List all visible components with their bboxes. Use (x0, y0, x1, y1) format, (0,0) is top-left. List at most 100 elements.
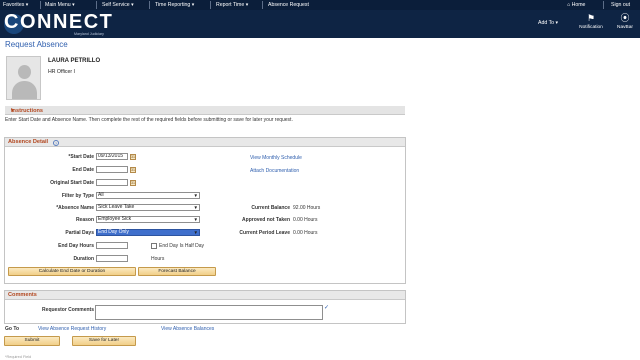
duration-label: Duration (73, 256, 94, 262)
chevron-down-icon: ▾ (245, 2, 249, 8)
chevron-down-icon: ▾ (72, 2, 75, 8)
top-nav-bar: Favorites ▾ Main Menu ▾ Self Service ▾ T… (0, 0, 640, 10)
nav-divider (149, 1, 150, 9)
instructions-text: Enter Start Date and Absence Name. Then … (5, 117, 293, 123)
main-menu[interactable]: Main Menu ▾ (45, 2, 75, 8)
reason-value: Employee Sick (98, 216, 132, 222)
chevron-down-icon: ▼ (193, 205, 198, 210)
current-balance-label: Current Balance (251, 205, 290, 211)
chevron-down-icon: ▼ (193, 193, 198, 198)
partial-days-select[interactable]: End Day Only ▼ (96, 229, 200, 236)
page-title: Request Absence (5, 40, 68, 49)
end-day-hours-label: End Day Hours (58, 243, 94, 249)
chevron-down-icon: ▼ (193, 230, 198, 235)
absence-detail-header: Absence Detail ? (5, 138, 405, 147)
reason-label: Reason (75, 217, 94, 223)
self-service-label: Self Service (102, 2, 130, 8)
comments-heading: Comments (8, 292, 37, 298)
instructions-heading: Instructions (11, 108, 44, 114)
original-start-date-label: Original Start Date (50, 180, 94, 186)
nav-divider (603, 1, 604, 9)
home-label: Home (571, 2, 586, 8)
start-date-label: *Start Date (68, 154, 94, 160)
instructions-header[interactable]: ▾ Instructions (5, 106, 405, 115)
partial-days-label: Partial Days (65, 230, 94, 236)
notification-label: Notification (579, 25, 603, 30)
absence-name-select[interactable]: Sick Leave Take ▼ (96, 204, 200, 211)
chevron-down-icon: ▼ (193, 217, 198, 222)
current-period-leave-label: Current Period Leave (239, 230, 290, 236)
help-icon[interactable]: ? (53, 139, 59, 146)
nav-divider (210, 1, 211, 9)
add-to-label: Add To (538, 20, 555, 26)
calendar-icon[interactable]: 31 (130, 180, 136, 186)
forecast-balance-button[interactable]: Forecast Balance (138, 267, 216, 276)
filter-value: All (98, 192, 104, 198)
save-for-later-button[interactable]: Save for Later (72, 336, 136, 346)
current-balance-value: 92.00 Hours (293, 205, 321, 211)
calendar-icon[interactable]: 31 (130, 167, 136, 173)
avatar (6, 56, 41, 100)
nav-divider (96, 1, 97, 9)
navbar-label: NavBar (617, 25, 633, 30)
view-monthly-schedule-link[interactable]: View Monthly Schedule (250, 155, 302, 161)
half-day-checkbox[interactable] (151, 243, 157, 249)
breadcrumb-time-reporting[interactable]: Time Reporting ▾ (155, 2, 194, 8)
calculate-button[interactable]: Calculate End Date or Duration (8, 267, 136, 276)
favorites-menu[interactable]: Favorites ▾ (3, 2, 28, 8)
home-icon: ⌂ (567, 2, 571, 8)
end-date-field[interactable] (96, 166, 128, 173)
navbar-button[interactable]: ⦿ NavBar (610, 13, 640, 30)
duration-field[interactable] (96, 255, 128, 262)
time-reporting-label: Time Reporting (155, 2, 191, 8)
original-start-date-field[interactable] (96, 179, 128, 186)
absence-history-link[interactable]: View Absence Request History (38, 326, 106, 332)
chevron-down-icon: ▾ (191, 2, 195, 8)
employee-title: HR Officer I (48, 69, 75, 75)
end-day-hours-field[interactable] (96, 242, 128, 249)
filter-by-type-select[interactable]: All ▼ (96, 192, 200, 199)
filter-by-type-label: Filter by Type (61, 193, 94, 199)
approved-not-taken-label: Approved not Taken (242, 217, 290, 223)
absence-name-value: Sick Leave Take (98, 204, 135, 210)
breadcrumb-report-time[interactable]: Report Time ▾ (216, 2, 248, 8)
breadcrumb-self-service[interactable]: Self Service ▾ (102, 2, 134, 8)
nav-divider (40, 1, 41, 9)
sign-out-link[interactable]: Sign out (611, 2, 630, 8)
attach-documentation-link[interactable]: Attach Documentation (250, 168, 299, 174)
report-time-label: Report Time (216, 2, 245, 8)
add-to-menu[interactable]: Add To ▾ (538, 20, 558, 26)
notification-button[interactable]: ⚑ Notification (576, 13, 606, 30)
flag-icon: ⚑ (586, 13, 596, 23)
comments-header: Comments (5, 291, 405, 300)
absence-balances-link[interactable]: View Absence Balances (161, 326, 214, 332)
chevron-down-icon: ▾ (555, 20, 559, 26)
breadcrumb-absence-request[interactable]: Absence Request (268, 2, 309, 8)
connect-logo: CONNECT (4, 11, 114, 33)
chevron-down-icon: ▾ (131, 2, 134, 8)
goto-label: Go To (5, 326, 20, 332)
partial-days-value: End Day Only (98, 229, 129, 235)
employee-name: LAURA PETRILLO (48, 58, 101, 64)
requestor-comments-label: Requestor Comments (42, 307, 94, 313)
absence-detail-heading: Absence Detail (8, 139, 49, 145)
spell-check-icon[interactable]: ✓ (324, 305, 330, 311)
logo-subtitle: Maryland Judiciary (74, 32, 104, 36)
submit-button[interactable]: Submit (4, 336, 60, 346)
calendar-icon[interactable]: 31 (130, 154, 136, 160)
chevron-down-icon: ▾ (25, 2, 29, 8)
requestor-comments-textarea[interactable] (95, 305, 323, 320)
start-date-field[interactable]: 09/13/2015 (96, 153, 128, 160)
required-field-note: *Required Field (5, 355, 32, 359)
nav-divider (262, 1, 263, 9)
home-link[interactable]: ⌂ Home (567, 2, 585, 8)
main-menu-label: Main Menu (45, 2, 71, 8)
end-date-label: End Date (72, 167, 94, 173)
half-day-label: End Day Is Half Day (159, 243, 205, 249)
hours-unit: Hours (151, 256, 165, 262)
compass-icon: ⦿ (620, 13, 630, 23)
current-period-leave-value: 0.00 Hours (293, 230, 318, 236)
favorites-label: Favorites (3, 2, 25, 8)
reason-select[interactable]: Employee Sick ▼ (96, 216, 200, 223)
absence-name-label: *Absence Name (56, 205, 94, 211)
